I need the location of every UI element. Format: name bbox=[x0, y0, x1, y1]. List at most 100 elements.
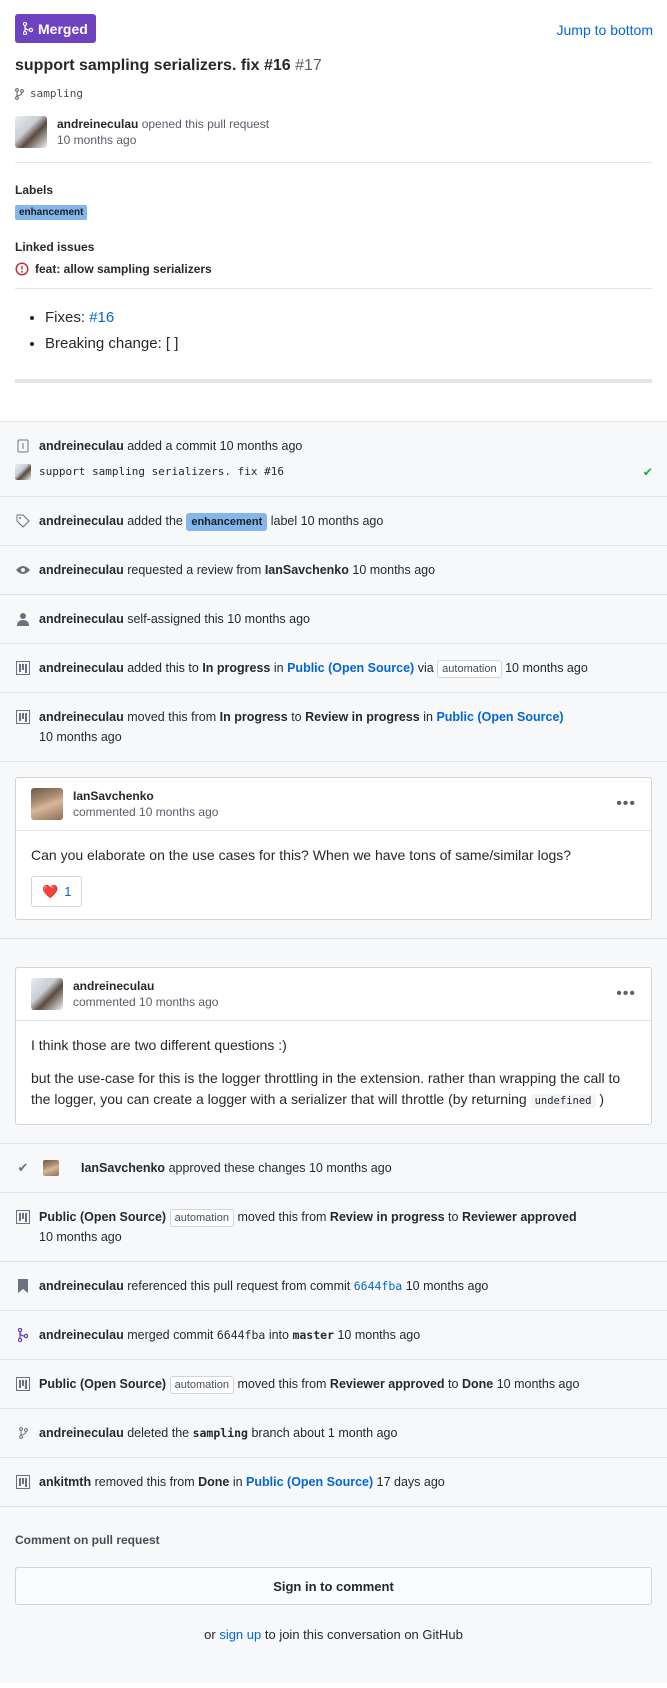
inline-code: undefined bbox=[530, 1094, 596, 1108]
comment-container: andreineculau commented 10 months ago •••… bbox=[0, 939, 667, 1144]
avatar[interactable] bbox=[15, 116, 47, 148]
jump-to-bottom-link[interactable]: Jump to bottom bbox=[557, 22, 654, 38]
event-time[interactable]: 10 months ago bbox=[309, 1161, 392, 1175]
label-enhancement[interactable]: enhancement bbox=[186, 513, 268, 531]
check-icon[interactable]: ✔ bbox=[644, 462, 652, 482]
branch-name: sampling bbox=[192, 1426, 248, 1440]
commit-icon bbox=[15, 436, 31, 456]
signup-prompt: or sign up to join this conversation on … bbox=[204, 1627, 463, 1642]
event-time[interactable]: 10 months ago bbox=[227, 612, 310, 626]
event-user[interactable]: Public (Open Source) bbox=[39, 1377, 166, 1391]
commit-row: support sampling serializers. fix #16 ✔ bbox=[15, 462, 652, 482]
comment-body: Can you elaborate on the use cases for t… bbox=[16, 831, 651, 919]
heart-icon: ❤️ bbox=[42, 884, 59, 899]
comment-meta[interactable]: commented 10 months ago bbox=[73, 995, 218, 1009]
branch-name[interactable]: master bbox=[292, 1328, 334, 1342]
commit-sha[interactable]: 6644fba bbox=[217, 1328, 265, 1342]
automation-tag: automation bbox=[169, 1376, 235, 1394]
reaction-heart-button[interactable]: ❤️ 1 bbox=[31, 876, 83, 907]
event-time[interactable]: 10 months ago bbox=[497, 1377, 580, 1391]
event-time[interactable]: 10 months ago bbox=[352, 563, 435, 577]
event-user[interactable]: ankitmth bbox=[39, 1475, 91, 1489]
event-user[interactable]: Public (Open Source) bbox=[39, 1210, 166, 1224]
avatar[interactable] bbox=[43, 1160, 59, 1176]
event-user[interactable]: andreineculau bbox=[39, 1426, 124, 1440]
reaction-count: 1 bbox=[64, 884, 72, 899]
pr-opener: andreineculau opened this pull request 1… bbox=[15, 116, 652, 163]
more-options-icon[interactable]: ••• bbox=[616, 796, 636, 812]
sign-up-link[interactable]: sign up bbox=[219, 1627, 261, 1642]
timeline-event-project-move: Public (Open Source) automation moved th… bbox=[0, 1193, 667, 1262]
label-enhancement[interactable]: enhancement bbox=[15, 205, 88, 220]
comment-author[interactable]: IanSavchenko bbox=[73, 789, 154, 803]
opener-user[interactable]: andreineculau bbox=[57, 117, 138, 131]
list-item: Fixes: #16 bbox=[45, 305, 652, 331]
merged-label: Merged bbox=[38, 20, 88, 37]
project-link[interactable]: Public (Open Source) bbox=[287, 661, 414, 675]
event-time[interactable]: 10 months ago bbox=[39, 730, 122, 744]
tag-icon bbox=[15, 511, 31, 531]
avatar[interactable] bbox=[31, 788, 63, 820]
event-user[interactable]: IanSavchenko bbox=[81, 1161, 165, 1175]
automation-tag: automation bbox=[437, 660, 502, 678]
project-link[interactable]: Public (Open Source) bbox=[436, 710, 563, 724]
comment-form: Comment on pull request Sign in to comme… bbox=[0, 1507, 667, 1683]
timeline-event-label: andreineculau added the enhancement labe… bbox=[0, 497, 667, 546]
project-icon bbox=[15, 1207, 31, 1227]
commit-message[interactable]: support sampling serializers. fix #16 bbox=[39, 462, 284, 482]
opener-time: 10 months ago bbox=[57, 133, 137, 147]
event-user[interactable]: andreineculau bbox=[39, 612, 124, 626]
event-time[interactable]: 17 days ago bbox=[377, 1475, 445, 1489]
timeline: andreineculau added a commit 10 months a… bbox=[0, 421, 667, 1683]
linked-issue[interactable]: feat: allow sampling serializers bbox=[15, 262, 652, 289]
event-user[interactable]: andreineculau bbox=[39, 661, 124, 675]
avatar[interactable] bbox=[15, 464, 31, 480]
commit-sha-link[interactable]: 6644fba bbox=[354, 1279, 402, 1293]
branch-icon bbox=[15, 87, 24, 100]
event-user[interactable]: andreineculau bbox=[39, 439, 124, 453]
timeline-event-review-request: andreineculau requested a review from Ia… bbox=[0, 546, 667, 595]
comment-heading: Comment on pull request bbox=[15, 1533, 160, 1547]
project-link[interactable]: Public (Open Source) bbox=[246, 1475, 373, 1489]
pr-header: Merged Jump to bottom support sampling s… bbox=[0, 0, 667, 383]
timeline-event-assign: andreineculau self-assigned this 10 mont… bbox=[0, 595, 667, 644]
timeline-event-project-remove: ankitmth removed this from Done in Publi… bbox=[0, 1458, 667, 1507]
event-time[interactable]: 10 months ago bbox=[301, 514, 384, 528]
timeline-event-branch-deleted: andreineculau deleted the sampling branc… bbox=[0, 1409, 667, 1458]
event-user[interactable]: andreineculau bbox=[39, 1328, 124, 1342]
timeline-event-project-add: andreineculau added this to In progress … bbox=[0, 644, 667, 693]
comment-author[interactable]: andreineculau bbox=[73, 979, 154, 993]
comment-body: I think those are two different question… bbox=[31, 1037, 621, 1108]
merge-icon bbox=[23, 22, 33, 35]
event-time[interactable]: about 1 month ago bbox=[293, 1426, 397, 1440]
comment-header: andreineculau commented 10 months ago ••• bbox=[16, 968, 651, 1021]
page-title: support sampling serializers. fix #16 #1… bbox=[15, 57, 652, 75]
timeline-event-reference: andreineculau referenced this pull reque… bbox=[0, 1262, 667, 1311]
event-target-user[interactable]: IanSavchenko bbox=[265, 563, 349, 577]
event-time[interactable]: 10 months ago bbox=[220, 439, 303, 453]
project-icon bbox=[15, 1374, 31, 1394]
linked-issues-heading: Linked issues bbox=[15, 240, 95, 254]
event-user[interactable]: andreineculau bbox=[39, 710, 124, 724]
eye-icon bbox=[15, 560, 31, 580]
avatar[interactable] bbox=[31, 978, 63, 1010]
event-time[interactable]: 10 months ago bbox=[406, 1279, 489, 1293]
fixes-link[interactable]: #16 bbox=[89, 309, 114, 326]
list-item: Breaking change: [ ] bbox=[45, 331, 652, 357]
event-time[interactable]: 10 months ago bbox=[505, 661, 588, 675]
event-user[interactable]: andreineculau bbox=[39, 514, 124, 528]
branch-name: sampling bbox=[30, 87, 83, 100]
sign-in-button[interactable]: Sign in to comment bbox=[15, 1567, 652, 1605]
event-time[interactable]: 10 months ago bbox=[337, 1328, 420, 1342]
pr-title: support sampling serializers. fix #16 bbox=[15, 57, 291, 74]
merge-icon bbox=[15, 1325, 31, 1345]
project-icon bbox=[15, 658, 31, 678]
opener-action: opened this pull request bbox=[141, 117, 270, 131]
pr-number: #17 bbox=[295, 57, 322, 74]
bookmark-icon bbox=[15, 1276, 31, 1296]
event-user[interactable]: andreineculau bbox=[39, 1279, 124, 1293]
comment-meta[interactable]: commented 10 months ago bbox=[73, 805, 218, 819]
event-user[interactable]: andreineculau bbox=[39, 563, 124, 577]
event-time[interactable]: 10 months ago bbox=[39, 1230, 122, 1244]
more-options-icon[interactable]: ••• bbox=[616, 986, 636, 1002]
